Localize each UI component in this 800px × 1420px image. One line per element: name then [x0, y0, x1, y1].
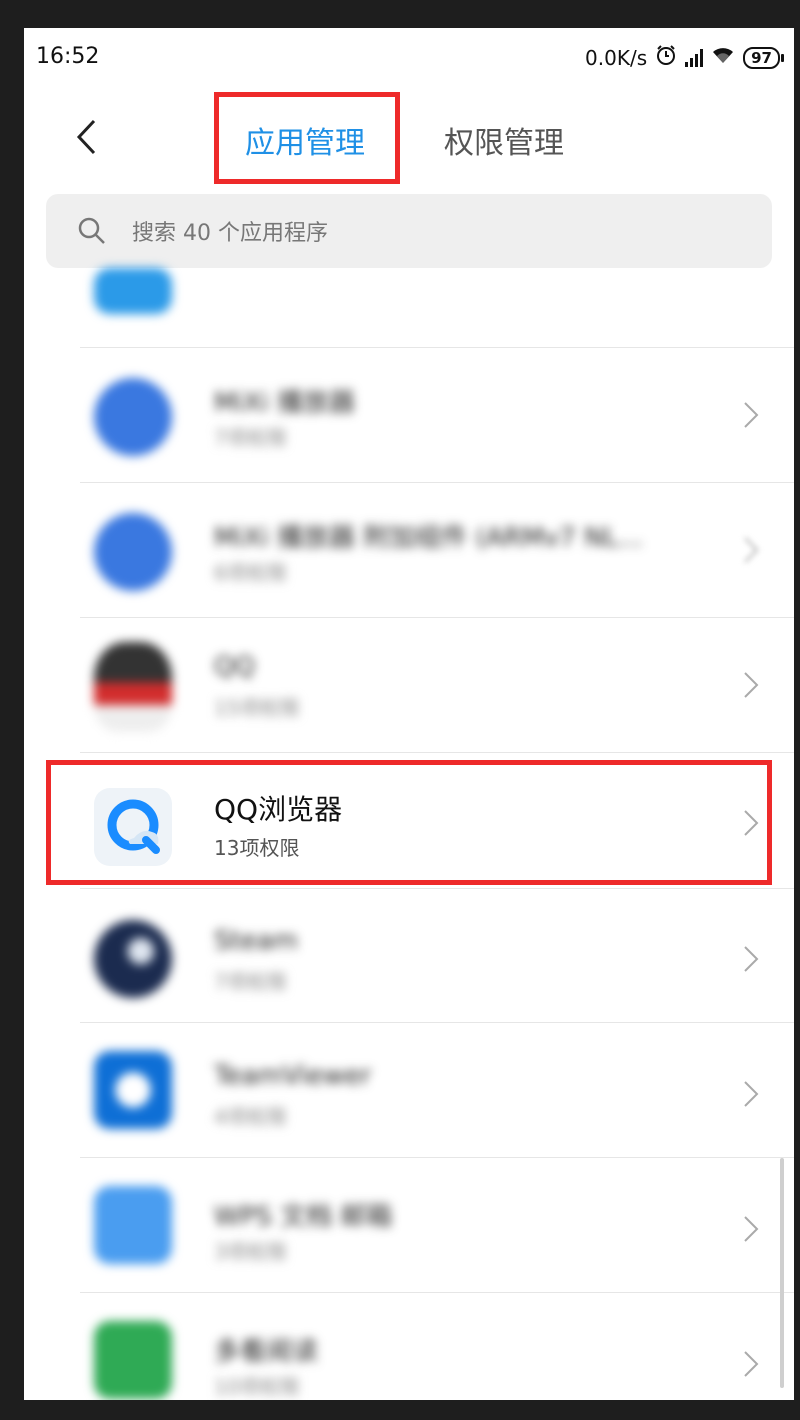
tab-permission-management[interactable]: 权限管理 [444, 118, 564, 162]
chevron-right-icon [744, 810, 759, 836]
app-name: QQ [214, 652, 255, 682]
alarm-icon [655, 44, 677, 71]
app-permissions: 3项权限 [214, 1240, 287, 1264]
divider [80, 888, 794, 889]
app-permissions: 10项权限 [214, 1375, 300, 1399]
list-item[interactable]: Steam 7项权限 [24, 888, 794, 1023]
scrollbar[interactable] [780, 1158, 784, 1388]
battery-indicator: 97 [743, 46, 784, 69]
wifi-icon [711, 45, 735, 70]
status-time: 16:52 [36, 44, 100, 69]
blue-app-icon [94, 268, 172, 314]
blue-circle-app-icon [94, 513, 172, 591]
qq-penguin-icon [94, 642, 172, 732]
app-permissions: 4项权限 [214, 1105, 287, 1129]
green-app-icon [94, 1321, 172, 1399]
chevron-right-icon [744, 946, 759, 972]
app-permissions: 7项权限 [214, 970, 287, 994]
tab-app-management[interactable]: 应用管理 [220, 118, 390, 162]
status-bar: 16:52 0.0K/s 97 [24, 28, 794, 90]
list-item[interactable]: 多看阅读 10项权限 [24, 1293, 794, 1400]
list-item[interactable]: TeamViewer 4项权限 [24, 1023, 794, 1158]
blue-square-app-icon [94, 1186, 172, 1264]
chevron-right-icon [744, 1081, 759, 1107]
signal-icon [685, 48, 704, 67]
list-item[interactable]: WPS 文档 邮箱 3项权限 [24, 1158, 794, 1293]
chevron-right-icon [744, 672, 759, 698]
search-placeholder: 搜索 40 个应用程序 [132, 221, 328, 246]
chevron-right-icon [744, 402, 759, 428]
header: 应用管理 权限管理 [24, 90, 794, 190]
list-item[interactable]: MiXi 播放器 附加组件 (ARMv7 NL... 6项权限 [24, 483, 794, 618]
search-input[interactable]: 搜索 40 个应用程序 [46, 194, 772, 268]
app-permissions: 7项权限 [214, 426, 287, 450]
app-permissions: 15项权限 [214, 696, 300, 720]
app-permissions: 6项权限 [214, 561, 287, 585]
app-name: QQ浏览器 [214, 793, 343, 826]
chevron-right-icon [744, 1216, 759, 1242]
app-name: Steam [214, 926, 298, 956]
list-item[interactable]: QQ 15项权限 [24, 618, 794, 753]
list-item-qq-browser[interactable]: QQ浏览器 13项权限 [24, 760, 794, 895]
app-name: MiXi 播放器 附加组件 (ARMv7 NL... [214, 523, 643, 553]
network-speed: 0.0K/s [585, 45, 648, 70]
app-name: 多看阅读 [214, 1337, 319, 1367]
blue-circle-app-icon [94, 378, 172, 456]
chevron-right-icon [744, 1351, 759, 1377]
steam-icon [94, 920, 172, 998]
list-item[interactable]: MiXi 播放器 7项权限 [24, 348, 794, 483]
search-icon [78, 217, 105, 244]
app-name: TeamViewer [214, 1061, 372, 1091]
list-item[interactable] [24, 268, 794, 348]
teamviewer-icon [94, 1051, 172, 1129]
app-name: WPS 文档 邮箱 [214, 1202, 393, 1232]
divider [80, 752, 794, 753]
chevron-right-icon [744, 537, 759, 563]
app-name: MiXi 播放器 [214, 388, 355, 418]
back-button[interactable] [66, 112, 106, 162]
status-icons: 0.0K/s 97 [585, 44, 784, 71]
phone-screen: 16:52 0.0K/s 97 应用管理 权限管理 搜索 40 个应用程序 Mi… [24, 28, 794, 1400]
back-arrow-icon [76, 119, 96, 155]
qq-browser-icon [94, 788, 172, 866]
app-permissions: 13项权限 [214, 836, 300, 860]
